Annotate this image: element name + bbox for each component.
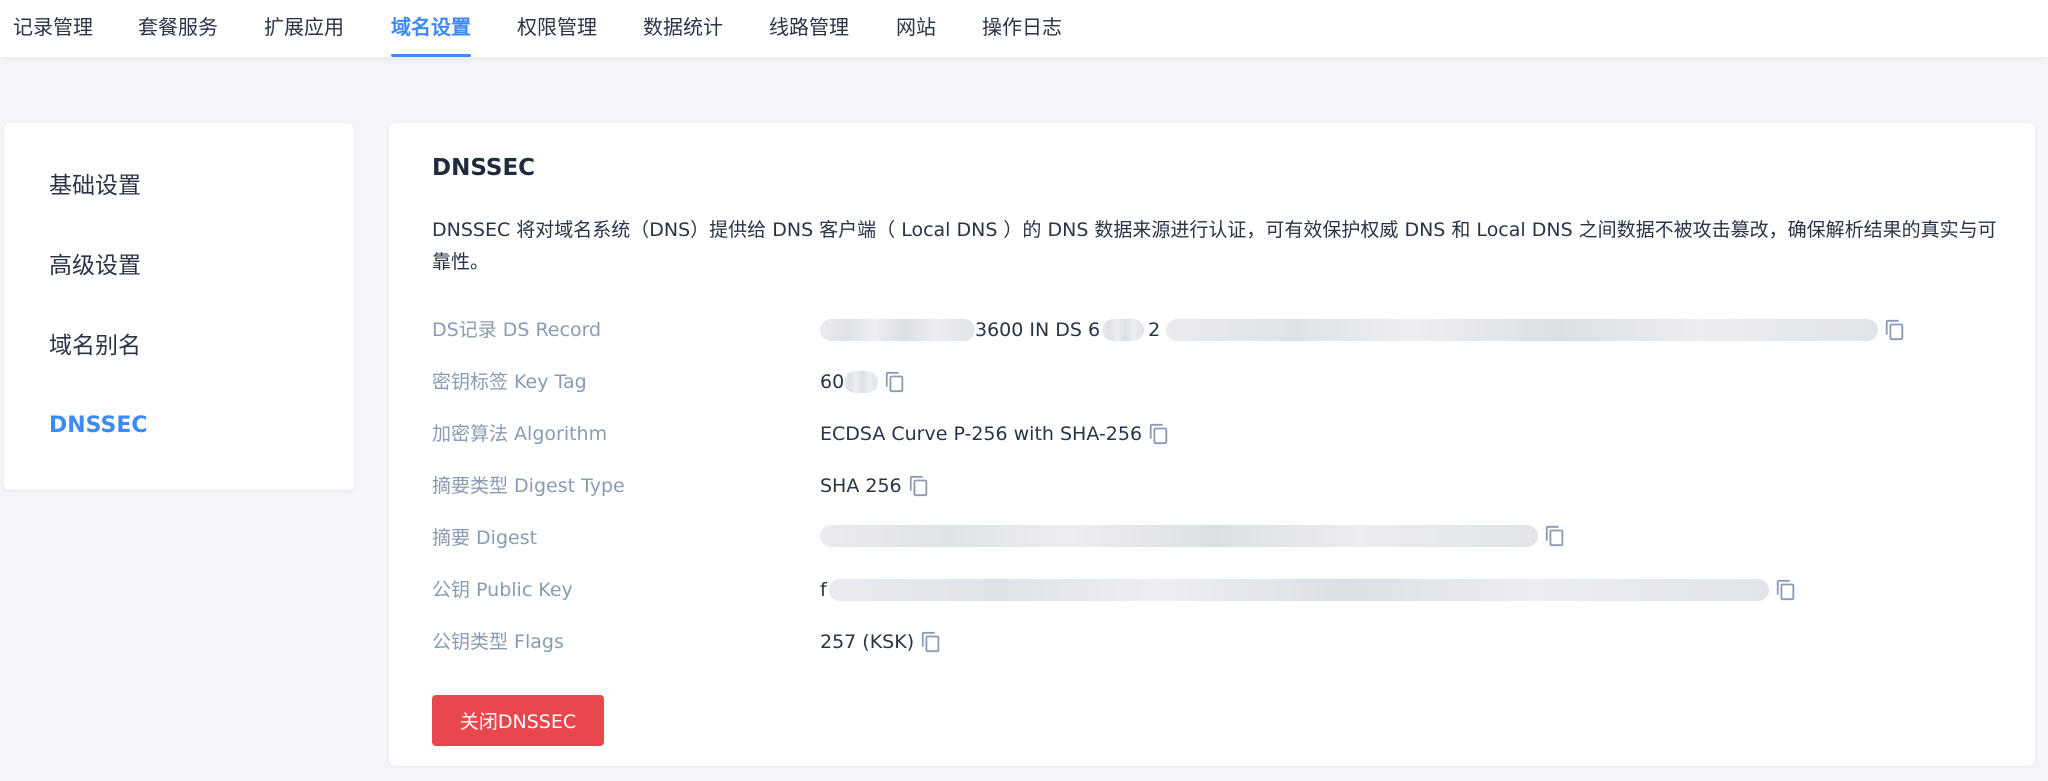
public-key-text: f	[820, 579, 827, 601]
dnssec-description: DNSSEC 将对域名系统（DNS）提供给 DNS 客户端（ Local DNS…	[432, 219, 1997, 273]
sidebar-item-dnssec[interactable]: DNSSEC	[49, 411, 148, 441]
field-label-digest: 摘要 Digest	[432, 527, 538, 549]
field-label-digest-type: 摘要类型 Digest Type	[432, 475, 625, 497]
dnssec-panel: DNSSEC DNSSEC 将对域名系统（DNS）提供给 DNS 客户端（ Lo…	[389, 123, 2035, 766]
copy-icon[interactable]	[1148, 423, 1170, 445]
copy-icon[interactable]	[908, 475, 930, 497]
tab-permissions[interactable]: 权限管理	[517, 14, 597, 57]
field-value-ds-record: 3600 IN DS 6 2	[820, 317, 1906, 343]
redacted-value	[820, 525, 1538, 547]
tab-lines[interactable]: 线路管理	[769, 14, 849, 57]
tab-plans[interactable]: 套餐服务	[138, 14, 218, 57]
ds-record-text-b: 2	[1148, 319, 1161, 341]
redacted-value	[820, 319, 975, 341]
field-label-key-tag: 密钥标签 Key Tag	[432, 371, 587, 393]
key-tag-text: 60	[820, 371, 845, 393]
tab-statistics[interactable]: 数据统计	[643, 14, 723, 57]
field-value-algorithm: ECDSA Curve P-256 with SHA-256	[820, 421, 1170, 447]
copy-icon[interactable]	[884, 371, 906, 393]
copy-icon[interactable]	[1884, 319, 1906, 341]
page-title: DNSSEC	[432, 155, 536, 181]
top-nav: 记录管理 套餐服务 扩展应用 域名设置 权限管理 数据统计 线路管理 网站 操作…	[0, 0, 2048, 57]
field-label-flags: 公钥类型 Flags	[432, 631, 564, 653]
copy-icon[interactable]	[920, 631, 942, 653]
field-label-ds-record: DS记录 DS Record	[432, 319, 602, 341]
redacted-value	[828, 579, 1769, 601]
field-label-public-key: 公钥 Public Key	[432, 579, 573, 601]
redacted-value	[1102, 319, 1145, 341]
tab-operation-log[interactable]: 操作日志	[982, 14, 1062, 57]
tab-records[interactable]: 记录管理	[13, 14, 93, 57]
disable-dnssec-button[interactable]: 关闭DNSSEC	[432, 695, 604, 746]
digest-type-text: SHA 256	[820, 475, 902, 497]
field-value-digest	[820, 525, 1566, 547]
copy-icon[interactable]	[1544, 525, 1566, 547]
ds-record-text-a: 3600 IN DS 6	[975, 319, 1101, 341]
sidebar-item-basic[interactable]: 基础设置	[49, 171, 141, 201]
redacted-value	[1166, 319, 1879, 341]
field-label-algorithm: 加密算法 Algorithm	[432, 423, 608, 445]
field-value-digest-type: SHA 256	[820, 473, 930, 499]
algorithm-text: ECDSA Curve P-256 with SHA-256	[820, 423, 1143, 445]
flags-text: 257 (KSK)	[820, 631, 915, 653]
field-value-flags: 257 (KSK)	[820, 629, 942, 655]
field-value-key-tag: 60	[820, 369, 906, 395]
sidebar-item-advanced[interactable]: 高级设置	[49, 251, 141, 281]
redacted-value	[844, 371, 879, 393]
tab-extensions[interactable]: 扩展应用	[264, 14, 344, 57]
field-value-public-key: f	[820, 577, 1797, 603]
settings-sidebar: 基础设置 高级设置 域名别名 DNSSEC	[4, 123, 354, 490]
copy-icon[interactable]	[1775, 579, 1797, 601]
sidebar-item-alias[interactable]: 域名别名	[49, 331, 141, 361]
tab-domain-settings[interactable]: 域名设置	[391, 14, 471, 57]
tab-website[interactable]: 网站	[896, 14, 936, 57]
